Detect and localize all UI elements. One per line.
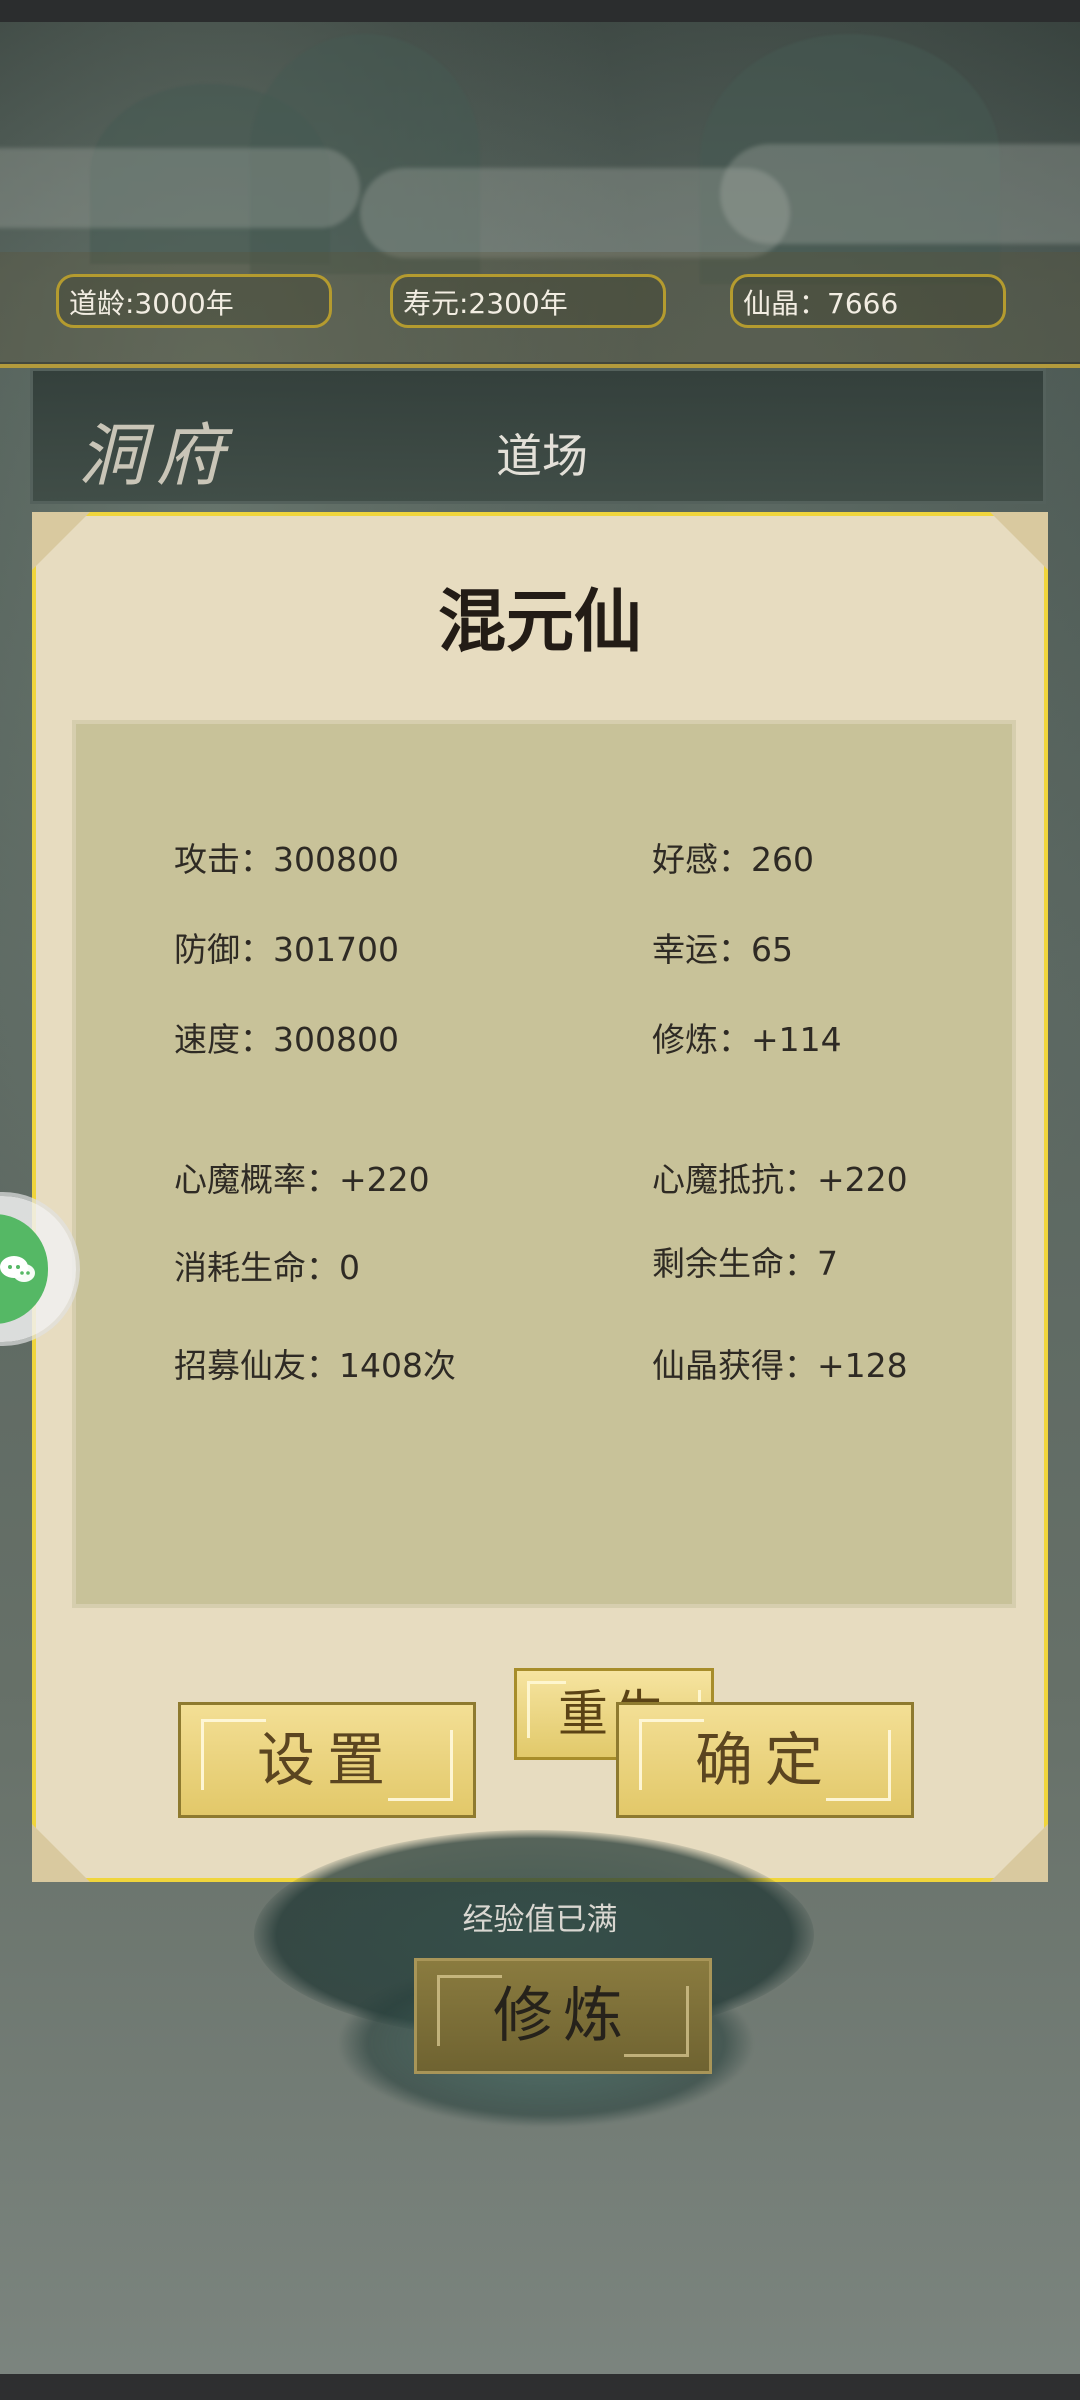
recruit-friends-stat: 招募仙友：1408次 — [174, 1346, 456, 1385]
attack-stat: 攻击：300800 — [174, 840, 399, 879]
crystal-stat: 仙晶：7666 — [730, 274, 1006, 328]
lifespan-label: 寿元:2300年 — [403, 287, 568, 320]
modal-title: 混元仙 — [437, 583, 642, 662]
modal-corner-top-right — [990, 512, 1048, 570]
chat-floating-button-inner — [0, 1214, 48, 1324]
modal-corner-top-left — [32, 512, 90, 570]
favor-stat: 好感：260 — [652, 840, 814, 879]
modal-corner-bottom-left — [32, 1824, 90, 1882]
inner-demon-rate-stat: 心魔概率：+220 — [174, 1160, 430, 1199]
dao-age-stat: 道龄:3000年 — [56, 274, 332, 328]
dojo-tab[interactable]: 道场 — [496, 420, 588, 486]
cultivate-button[interactable]: 修炼 — [414, 1958, 712, 2074]
modal-corner-bottom-right — [990, 1824, 1048, 1882]
character-modal: 混元仙 攻击：300800 好感：260 防御：301700 幸运：65 速度：… — [32, 512, 1048, 1882]
chat-bubble-icon — [0, 1256, 35, 1282]
experience-status: 经验值已满 — [462, 1902, 618, 1938]
cave-title: 洞府 — [78, 417, 235, 496]
settings-button[interactable]: 设置 — [178, 1702, 476, 1818]
speed-stat: 速度：300800 — [174, 1020, 399, 1059]
game-screen: 道龄:3000年 寿元:2300年 仙晶：7666 洞府 道场 混元仙 攻击：3… — [0, 0, 1080, 2400]
crystal-label: 仙晶：7666 — [743, 287, 899, 320]
top-status-bar — [0, 0, 1080, 22]
life-consumed-stat: 消耗生命：0 — [174, 1248, 360, 1287]
lifespan-stat: 寿元:2300年 — [390, 274, 666, 328]
cultivation-stat: 修炼：+114 — [652, 1020, 842, 1059]
defense-stat: 防御：301700 — [174, 930, 399, 969]
crystal-gain-stat: 仙晶获得：+128 — [652, 1346, 908, 1385]
bottom-system-bar — [0, 2374, 1080, 2400]
cloud-right — [720, 144, 1080, 244]
dao-age-label: 道龄:3000年 — [69, 287, 234, 320]
luck-stat: 幸运：65 — [652, 930, 793, 969]
confirm-button[interactable]: 确定 — [616, 1702, 914, 1818]
stats-box: 攻击：300800 好感：260 防御：301700 幸运：65 速度：3008… — [72, 720, 1016, 1760]
life-remaining-stat: 剩余生命：7 — [652, 1244, 838, 1283]
cloud-left — [0, 148, 360, 228]
inner-demon-resist-stat: 心魔抵抗：+220 — [652, 1160, 908, 1199]
